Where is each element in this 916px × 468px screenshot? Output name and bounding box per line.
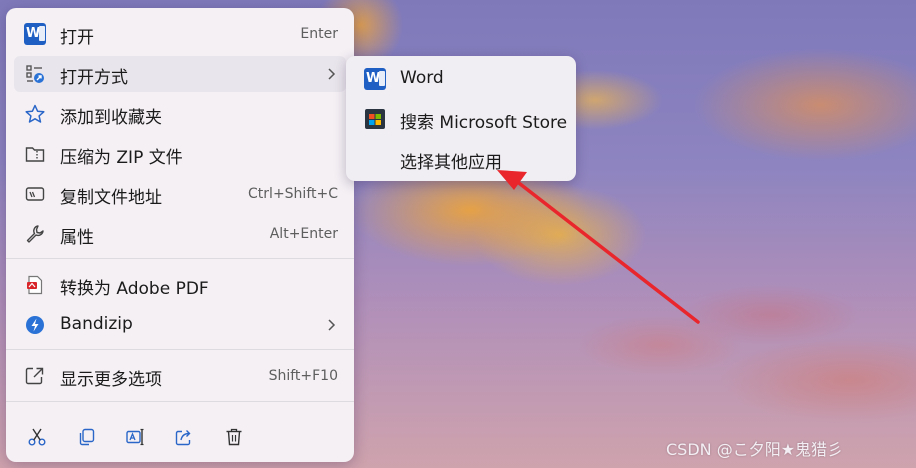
menu-separator xyxy=(6,401,354,402)
menu-separator xyxy=(6,258,354,259)
star-icon xyxy=(25,104,45,123)
menu-item-add-favorites[interactable]: 添加到收藏夹 xyxy=(14,96,346,132)
submenu-item-choose-other-app[interactable]: 选择其他应用 xyxy=(352,141,570,177)
menu-item-bandizip[interactable]: Bandizip xyxy=(14,307,346,343)
submenu-item-label: 搜索 Microsoft Store xyxy=(400,113,568,133)
share-button[interactable] xyxy=(167,420,201,454)
menu-separator xyxy=(6,349,354,350)
chevron-right-icon xyxy=(328,68,336,80)
open-with-submenu: W Word 搜索 Microsoft Store 选择其他应用 xyxy=(346,56,576,181)
menu-item-label: 属性 xyxy=(60,228,94,248)
menu-item-label: 压缩为 ZIP 文件 xyxy=(60,148,183,168)
menu-item-label: 打开方式 xyxy=(60,68,128,88)
menu-item-shortcut: Alt+Enter xyxy=(269,226,338,242)
delete-button[interactable] xyxy=(217,420,251,454)
more-options-icon xyxy=(25,367,44,385)
menu-item-shortcut: Shift+F10 xyxy=(268,368,338,384)
submenu-item-search-store[interactable]: 搜索 Microsoft Store xyxy=(352,101,570,137)
submenu-item-label: Word xyxy=(400,68,444,88)
rename-button[interactable] xyxy=(118,420,152,454)
menu-item-label: Bandizip xyxy=(60,314,133,334)
menu-item-compress-zip[interactable]: 压缩为 ZIP 文件 xyxy=(14,136,346,172)
word-icon: W xyxy=(364,68,386,90)
microsoft-store-icon xyxy=(365,109,385,129)
copy-icon xyxy=(79,428,95,446)
delete-icon xyxy=(226,428,242,446)
word-icon: W xyxy=(24,23,46,45)
bandizip-icon xyxy=(26,316,44,334)
submenu-item-word[interactable]: W Word xyxy=(352,61,570,97)
open-with-icon xyxy=(26,65,44,83)
chevron-right-icon xyxy=(328,319,336,331)
menu-item-label: 转换为 Adobe PDF xyxy=(60,279,209,299)
menu-item-label: 显示更多选项 xyxy=(60,370,162,390)
share-icon xyxy=(175,430,191,446)
menu-item-properties[interactable]: 属性 Alt+Enter xyxy=(14,216,346,252)
menu-item-label: 打开 xyxy=(60,28,94,48)
submenu-item-label: 选择其他应用 xyxy=(400,153,502,173)
watermark: CSDN @こ夕阳★鬼猎彡 xyxy=(666,440,844,459)
context-menu: W 打开 Enter 打开方式 添加到收藏夹 压缩为 ZIP 文件 复制文件地址… xyxy=(6,8,354,462)
menu-item-shortcut: Enter xyxy=(300,26,338,42)
wrench-icon xyxy=(26,225,44,243)
menu-item-open[interactable]: W 打开 Enter xyxy=(14,16,346,52)
copy-button[interactable] xyxy=(69,420,103,454)
menu-item-convert-pdf[interactable]: 转换为 Adobe PDF xyxy=(14,267,346,303)
menu-item-shortcut: Ctrl+Shift+C xyxy=(248,186,338,202)
rename-icon xyxy=(126,428,144,446)
menu-item-copy-path[interactable]: 复制文件地址 Ctrl+Shift+C xyxy=(14,176,346,212)
menu-item-show-more[interactable]: 显示更多选项 Shift+F10 xyxy=(14,358,346,394)
adobe-pdf-icon xyxy=(27,275,43,295)
menu-item-label: 复制文件地址 xyxy=(60,188,162,208)
menu-item-label: 添加到收藏夹 xyxy=(60,108,162,128)
menu-item-open-with[interactable]: 打开方式 xyxy=(14,56,346,92)
zip-folder-icon xyxy=(25,147,45,162)
cut-icon xyxy=(28,428,46,446)
cut-button[interactable] xyxy=(20,420,54,454)
copy-path-icon xyxy=(25,187,45,201)
